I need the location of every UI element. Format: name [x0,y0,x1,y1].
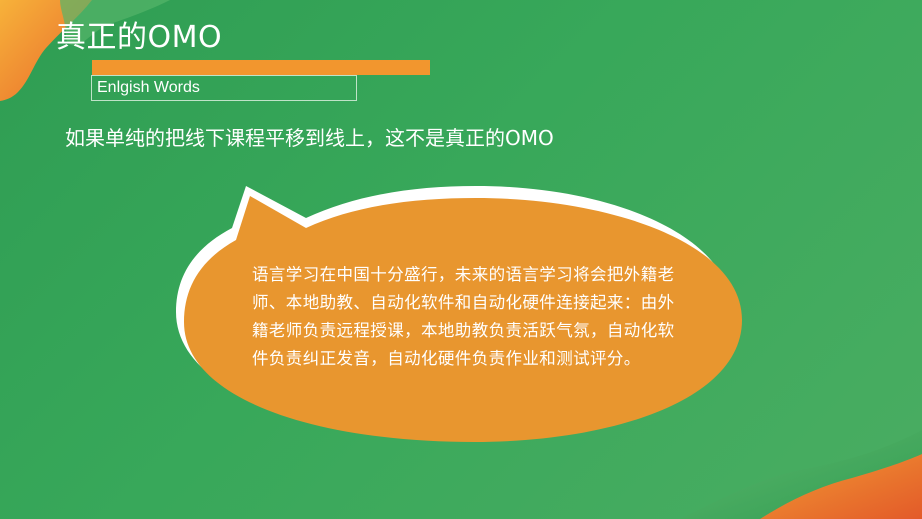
title-underline-bar [92,60,430,75]
bubble-paragraph: 语言学习在中国十分盛行，未来的语言学习将会把外籍老师、本地助教、自动化软件和自动… [252,265,675,368]
slide: 真正的OMO Enlgish Words 如果单纯的把线下课程平移到线上，这不是… [0,0,922,519]
lead-sentence: 如果单纯的把线下课程平移到线上，这不是真正的OMO [65,126,554,150]
subtitle-text: Enlgish Words [97,79,200,96]
subtitle-box: Enlgish Words [91,75,357,101]
slide-title: 真正的OMO [56,20,223,55]
